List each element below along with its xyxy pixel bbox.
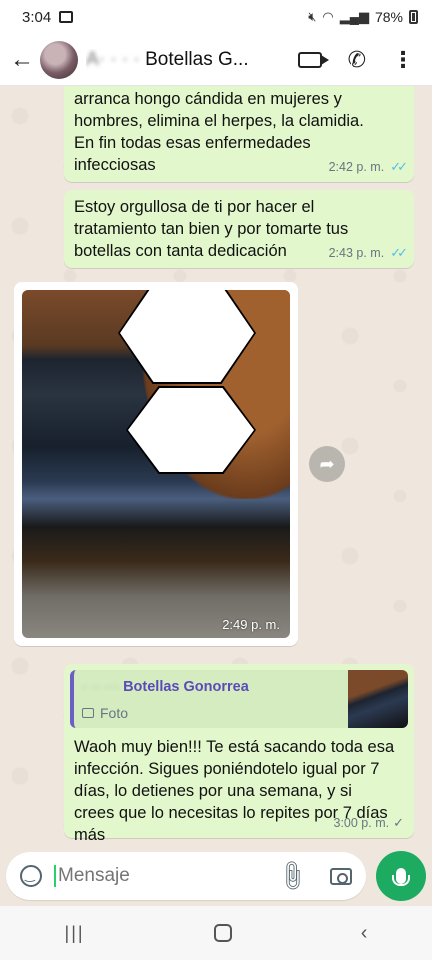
forward-icon: ➦ bbox=[319, 453, 335, 474]
back-nav-icon[interactable]: ‹ bbox=[361, 922, 368, 945]
image-message[interactable]: 2:49 p. m. bbox=[14, 282, 298, 646]
back-arrow-icon[interactable]: ← bbox=[10, 46, 36, 74]
system-nav-bar: ||| ‹ bbox=[0, 906, 432, 960]
message-meta: 3:00 p. m. ✓ bbox=[334, 812, 405, 834]
emoji-icon[interactable] bbox=[20, 865, 42, 887]
chat-header: ← A· · · · Botellas G... ✆ ⋮ bbox=[0, 34, 432, 86]
battery-percent: 78% bbox=[374, 9, 403, 25]
message-bubble-1[interactable]: arranca hongo cándida en mujeres y hombr… bbox=[64, 86, 414, 182]
message-time: 2:42 p. m. bbox=[328, 160, 385, 174]
message-meta: 2:43 p. m. ✓✓ bbox=[328, 242, 408, 264]
phone-call-icon[interactable]: ✆ bbox=[348, 47, 366, 73]
avatar[interactable] bbox=[40, 40, 78, 79]
recents-icon[interactable]: ||| bbox=[65, 923, 85, 944]
message-time: 2:49 p. m. bbox=[222, 617, 280, 632]
video-call-icon[interactable] bbox=[297, 51, 329, 68]
camera-icon[interactable] bbox=[330, 867, 353, 885]
mic-button[interactable] bbox=[376, 851, 426, 901]
message-meta: 2:42 p. m. ✓✓ bbox=[328, 156, 408, 178]
status-indicators: 🔇︎ ◠ ▂▄▆ 78% bbox=[308, 9, 418, 25]
quote-thumbnail bbox=[348, 670, 408, 728]
status-time: 3:04 bbox=[22, 8, 52, 26]
quote-author-hidden: · ·· ··· bbox=[82, 679, 120, 695]
message-time: 2:43 p. m. bbox=[328, 246, 385, 260]
photo[interactable]: 2:49 p. m. bbox=[22, 290, 290, 638]
photo-icon bbox=[82, 708, 94, 718]
message-input[interactable] bbox=[54, 865, 254, 887]
wifi-icon: ◠ bbox=[322, 9, 334, 24]
signal-icon: ▂▄▆ bbox=[339, 9, 369, 24]
forward-button[interactable]: ➦ bbox=[309, 446, 345, 482]
mic-icon bbox=[392, 868, 411, 886]
contact-name-hidden: A· · · · bbox=[86, 48, 140, 70]
gallery-notification-icon bbox=[59, 11, 74, 23]
sent-tick-icon: ✓ bbox=[393, 815, 404, 830]
input-bar: 📎︎ bbox=[0, 846, 432, 906]
contact-name[interactable]: A· · · · Botellas G... bbox=[86, 49, 296, 71]
input-pill: 📎︎ bbox=[6, 852, 367, 900]
quoted-message[interactable]: · ·· ··· Botellas Gonorrea Foto bbox=[70, 670, 408, 728]
status-bar: 3:04 🔇︎ ◠ ▂▄▆ 78% bbox=[0, 0, 432, 34]
message-time: 3:00 p. m. bbox=[333, 816, 390, 830]
quote-type: Foto bbox=[82, 702, 338, 724]
header-actions: ✆ ⋮ bbox=[297, 47, 422, 73]
home-icon[interactable] bbox=[213, 924, 232, 942]
more-options-icon[interactable]: ⋮ bbox=[392, 48, 414, 71]
mute-icon: 🔇︎ bbox=[308, 9, 317, 24]
quote-type-label: Foto bbox=[100, 705, 129, 721]
attach-icon[interactable]: 📎︎ bbox=[273, 857, 311, 895]
message-bubble-2[interactable]: Estoy orgullosa de ti por hacer el trata… bbox=[64, 190, 414, 268]
quote-author: · ·· ··· Botellas Gonorrea bbox=[82, 676, 338, 698]
message-bubble-4[interactable]: · ·· ··· Botellas Gonorrea Foto Waoh muy… bbox=[64, 664, 414, 844]
read-receipt-icon: ✓✓ bbox=[390, 159, 408, 174]
contact-name-text: Botellas G... bbox=[145, 48, 249, 70]
read-receipt-icon: ✓✓ bbox=[390, 245, 408, 260]
battery-icon bbox=[409, 10, 418, 24]
quote-author-name: Botellas Gonorrea bbox=[123, 679, 249, 695]
chat-area[interactable]: arranca hongo cándida en mujeres y hombr… bbox=[0, 86, 432, 846]
